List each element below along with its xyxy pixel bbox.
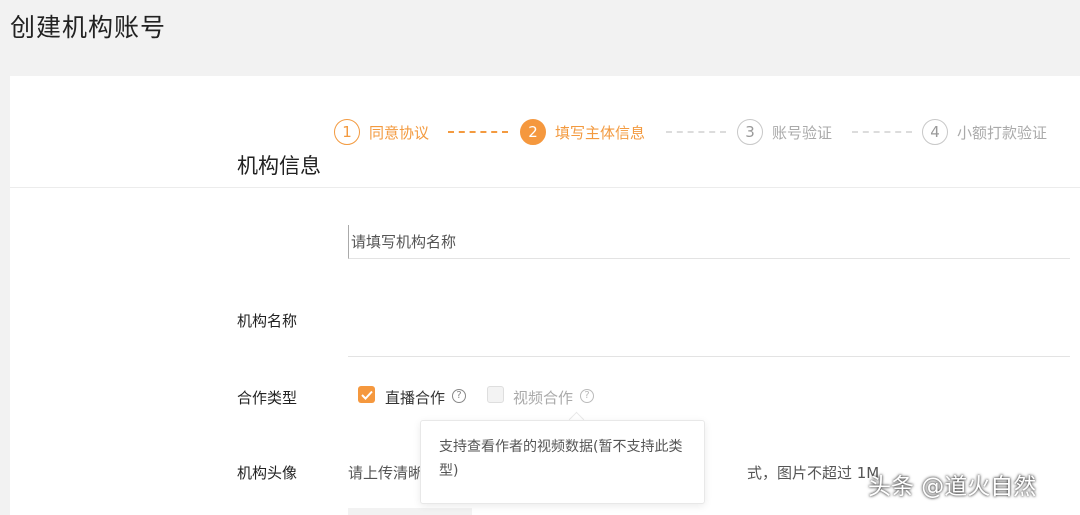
step-number: 4 xyxy=(922,119,948,145)
video-coop-label[interactable]: 视频合作 xyxy=(513,387,573,408)
step-label: 填写主体信息 xyxy=(555,123,646,142)
org-avatar-label: 机构头像 xyxy=(237,464,298,482)
section-title: 机构信息 xyxy=(237,154,321,178)
help-icon[interactable]: ? xyxy=(452,389,466,403)
org-name-label: 机构名称 xyxy=(237,312,298,330)
watermark: 头条 @道火自然 xyxy=(868,474,1037,500)
step-fill-info: 2 填写主体信息 xyxy=(520,118,645,146)
page-title: 创建机构账号 xyxy=(10,13,167,42)
check-icon xyxy=(360,390,373,400)
step-payment-verify: 4 小额打款验证 xyxy=(922,118,1047,146)
step-connector xyxy=(852,131,912,133)
org-name-input[interactable] xyxy=(348,225,1070,259)
coop-type-label: 合作类型 xyxy=(237,389,298,407)
step-label: 小额打款验证 xyxy=(957,123,1048,142)
step-connector xyxy=(666,131,726,133)
divider xyxy=(348,356,1070,357)
step-number: 2 xyxy=(520,119,546,145)
avatar-hint: 请上传清晰 xyxy=(348,464,424,482)
avatar-upload-box[interactable] xyxy=(348,508,472,515)
step-label: 同意协议 xyxy=(369,123,430,142)
step-number: 3 xyxy=(737,119,763,145)
avatar-hint-tail: 式，图片不超过 1M xyxy=(747,464,880,482)
help-tooltip: 支持查看作者的视频数据(暂不支持此类型) xyxy=(420,420,705,504)
live-coop-label[interactable]: 直播合作 xyxy=(385,387,445,408)
video-coop-checkbox[interactable] xyxy=(487,386,504,403)
tooltip-text: 支持查看作者的视频数据(暂不支持此类型) xyxy=(439,439,683,479)
step-label: 账号验证 xyxy=(772,123,833,142)
live-coop-checkbox[interactable] xyxy=(358,386,375,403)
step-number: 1 xyxy=(334,119,360,145)
step-agree: 1 同意协议 xyxy=(334,118,429,146)
help-icon[interactable]: ? xyxy=(580,389,594,403)
progress-steps: 1 同意协议 2 填写主体信息 3 账号验证 4 小额打款验证 xyxy=(10,76,1080,188)
step-account-verify: 3 账号验证 xyxy=(737,118,832,146)
step-connector xyxy=(448,131,508,133)
